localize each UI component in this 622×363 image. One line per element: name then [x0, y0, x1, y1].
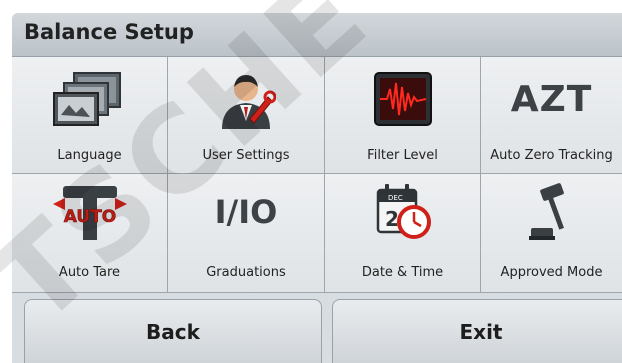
tile-filter-level[interactable]: Filter Level [325, 57, 481, 174]
date-time-icon: DEC 2 [325, 182, 480, 242]
setup-menu-grid: Language User Settings Filter Level AZT … [12, 57, 622, 293]
tile-date-time[interactable]: DEC 2 Date & Time [325, 174, 481, 293]
approved-mode-icon [481, 182, 622, 242]
tile-label: Language [57, 148, 122, 163]
tile-label: Date & Time [361, 265, 444, 280]
tile-user-settings[interactable]: User Settings [168, 57, 325, 174]
tile-language[interactable]: Language [12, 57, 168, 174]
balance-setup-screen: Balance Setup Language User Settings Fil… [0, 0, 622, 363]
calendar-day: 2 [385, 207, 399, 231]
tile-label: Approved Mode [500, 265, 603, 280]
filter-level-icon [325, 69, 480, 129]
back-button-label: Back [146, 320, 200, 344]
tile-label: Filter Level [367, 148, 438, 163]
azt-icon: AZT [481, 69, 622, 129]
tile-label: Graduations [206, 265, 286, 280]
auto-text: AUTO [63, 207, 116, 227]
exit-button[interactable]: Exit [332, 299, 622, 363]
back-button[interactable]: Back [24, 299, 322, 363]
tile-auto-zero-tracking[interactable]: AZT Auto Zero Tracking [481, 57, 622, 174]
tile-graduations[interactable]: I/IO Graduations [168, 174, 325, 293]
user-settings-icon [168, 69, 324, 129]
language-icon [12, 69, 167, 129]
tile-label: User Settings [202, 148, 290, 163]
calendar-month: DEC [388, 194, 403, 202]
page-title: Balance Setup [24, 20, 194, 44]
tile-approved-mode[interactable]: Approved Mode [481, 174, 622, 293]
header-bar: Balance Setup [12, 13, 622, 57]
azt-text: AZT [510, 78, 593, 120]
tile-auto-tare[interactable]: AUTO Auto Tare [12, 174, 168, 293]
exit-button-label: Exit [459, 320, 503, 344]
bottom-bar: Back Exit [12, 293, 622, 363]
tile-label: Auto Tare [58, 265, 121, 280]
tile-label: Auto Zero Tracking [490, 148, 613, 163]
graduations-text: I/IO [214, 193, 278, 231]
graduations-icon: I/IO [168, 182, 324, 242]
auto-tare-icon: AUTO [12, 182, 167, 242]
